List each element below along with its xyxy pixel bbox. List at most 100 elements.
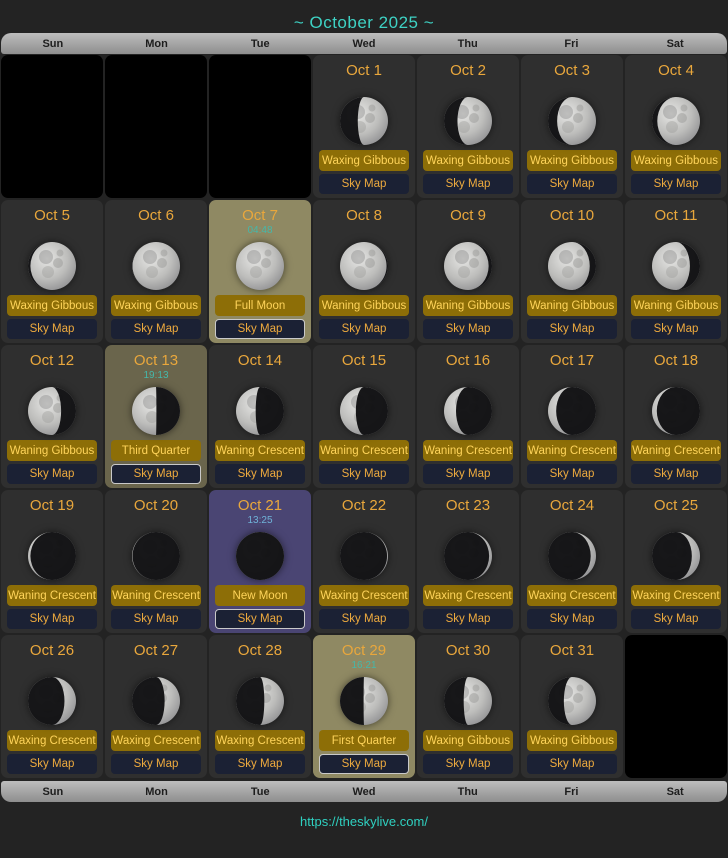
phase-label-badge[interactable]: Waning Gibbous bbox=[7, 440, 97, 461]
sky-map-link[interactable]: Sky Map bbox=[7, 609, 97, 629]
sky-map-link[interactable]: Sky Map bbox=[423, 319, 513, 339]
cell-date: Oct 22 bbox=[342, 497, 386, 514]
moon-phase-image bbox=[317, 527, 411, 585]
phase-label-badge[interactable]: Waning Crescent bbox=[631, 440, 721, 461]
moon-phase-image bbox=[629, 382, 723, 440]
phase-label-badge[interactable]: Waxing Gibbous bbox=[319, 150, 409, 171]
moon-phase-image bbox=[317, 92, 411, 150]
cell-date: Oct 19 bbox=[30, 497, 74, 514]
cell-date: Oct 30 bbox=[446, 642, 490, 659]
weekday-label-wed: Wed bbox=[312, 38, 416, 50]
sky-map-link[interactable]: Sky Map bbox=[527, 609, 617, 629]
phase-label-badge[interactable]: Full Moon bbox=[215, 295, 305, 316]
page-title: ~ October 2025 ~ bbox=[0, 0, 728, 33]
sky-map-link[interactable]: Sky Map bbox=[111, 464, 201, 484]
cell-date: Oct 16 bbox=[446, 352, 490, 369]
phase-label-badge[interactable]: Waning Crescent bbox=[215, 440, 305, 461]
moon-phase-image bbox=[213, 237, 307, 295]
phase-label-badge[interactable]: Waning Crescent bbox=[423, 440, 513, 461]
phase-label-badge[interactable]: Waxing Crescent bbox=[527, 585, 617, 606]
cell-date: Oct 31 bbox=[550, 642, 594, 659]
sky-map-link[interactable]: Sky Map bbox=[319, 609, 409, 629]
sky-map-link[interactable]: Sky Map bbox=[215, 319, 305, 339]
footer-link[interactable]: https://theskylive.com/ bbox=[300, 814, 428, 829]
sky-map-link[interactable]: Sky Map bbox=[215, 754, 305, 774]
weekday-label-sat: Sat bbox=[623, 786, 727, 798]
cell-date: Oct 10 bbox=[550, 207, 594, 224]
day-cell-oct-11: Oct 11 Waning Gibbous Sky Map bbox=[625, 200, 727, 343]
phase-label-badge[interactable]: Waxing Gibbous bbox=[527, 150, 617, 171]
sky-map-link[interactable]: Sky Map bbox=[7, 464, 97, 484]
sky-map-link[interactable]: Sky Map bbox=[215, 464, 305, 484]
phase-label-badge[interactable]: Waning Gibbous bbox=[319, 295, 409, 316]
sky-map-link[interactable]: Sky Map bbox=[423, 464, 513, 484]
phase-time: 13:25 bbox=[247, 514, 272, 527]
day-cell-oct-6: Oct 6 Waxing GibbousSky Map bbox=[105, 200, 207, 343]
sky-map-link[interactable]: Sky Map bbox=[631, 609, 721, 629]
phase-label-badge[interactable]: Waxing Gibbous bbox=[423, 150, 513, 171]
phase-label-badge[interactable]: Waning Crescent bbox=[319, 440, 409, 461]
sky-map-link[interactable]: Sky Map bbox=[527, 754, 617, 774]
sky-map-link[interactable]: Sky Map bbox=[319, 174, 409, 194]
day-cell-oct-27: Oct 27 Waxing CrescentSky Map bbox=[105, 635, 207, 778]
cell-date: Oct 5 bbox=[34, 207, 70, 224]
phase-label-badge[interactable]: Waning Crescent bbox=[7, 585, 97, 606]
sky-map-link[interactable]: Sky Map bbox=[631, 464, 721, 484]
phase-label-badge[interactable]: Waxing Crescent bbox=[423, 585, 513, 606]
day-cell-oct-29: Oct 2916:21 First QuarterSky Map bbox=[313, 635, 415, 778]
moon-phase-image bbox=[421, 237, 515, 295]
sky-map-link[interactable]: Sky Map bbox=[319, 754, 409, 774]
sky-map-link[interactable]: Sky Map bbox=[423, 174, 513, 194]
phase-label-badge[interactable]: Waning Gibbous bbox=[527, 295, 617, 316]
phase-label-badge[interactable]: Waxing Crescent bbox=[215, 730, 305, 751]
phase-label-badge[interactable]: Waxing Gibbous bbox=[7, 295, 97, 316]
moon-phase-image bbox=[525, 382, 619, 440]
day-cell-oct-1: Oct 1 Waxing GibbousSky Map bbox=[313, 55, 415, 198]
sky-map-link[interactable]: Sky Map bbox=[111, 609, 201, 629]
sky-map-link[interactable]: Sky Map bbox=[319, 319, 409, 339]
weekday-label-sun: Sun bbox=[1, 38, 105, 50]
phase-label-badge[interactable]: Third Quarter bbox=[111, 440, 201, 461]
sky-map-link[interactable]: Sky Map bbox=[7, 754, 97, 774]
cell-date: Oct 11 bbox=[654, 207, 697, 224]
page-footer: https://theskylive.com/ bbox=[0, 802, 728, 829]
weekday-label-fri: Fri bbox=[520, 786, 624, 798]
weekday-label-sat: Sat bbox=[623, 38, 727, 50]
phase-label-badge[interactable]: Waning Crescent bbox=[527, 440, 617, 461]
weekday-label-tue: Tue bbox=[208, 786, 312, 798]
sky-map-link[interactable]: Sky Map bbox=[111, 319, 201, 339]
day-cell-oct-24: Oct 24 Waxing CrescentSky Map bbox=[521, 490, 623, 633]
phase-label-badge[interactable]: New Moon bbox=[215, 585, 305, 606]
phase-label-badge[interactable]: Waxing Gibbous bbox=[423, 730, 513, 751]
phase-label-badge[interactable]: Waxing Crescent bbox=[319, 585, 409, 606]
sky-map-link[interactable]: Sky Map bbox=[527, 174, 617, 194]
moon-phase-image bbox=[629, 237, 723, 295]
moon-phase-image bbox=[421, 92, 515, 150]
moon-phase-image bbox=[109, 527, 203, 585]
phase-label-badge[interactable]: Waxing Crescent bbox=[111, 730, 201, 751]
phase-label-badge[interactable]: Waxing Gibbous bbox=[111, 295, 201, 316]
sky-map-link[interactable]: Sky Map bbox=[423, 754, 513, 774]
sky-map-link[interactable]: Sky Map bbox=[527, 319, 617, 339]
cell-date: Oct 9 bbox=[450, 207, 486, 224]
phase-label-badge[interactable]: Waning Gibbous bbox=[631, 295, 721, 316]
sky-map-link[interactable]: Sky Map bbox=[215, 609, 305, 629]
phase-label-badge[interactable]: Waning Crescent bbox=[111, 585, 201, 606]
phase-label-badge[interactable]: Waxing Crescent bbox=[631, 585, 721, 606]
phase-label-badge[interactable]: Waxing Gibbous bbox=[527, 730, 617, 751]
sky-map-link[interactable]: Sky Map bbox=[631, 174, 721, 194]
sky-map-link[interactable]: Sky Map bbox=[7, 319, 97, 339]
phase-label-badge[interactable]: Waxing Gibbous bbox=[631, 150, 721, 171]
phase-label-badge[interactable]: Waning Gibbous bbox=[423, 295, 513, 316]
cell-date: Oct 29 bbox=[342, 642, 386, 659]
sky-map-link[interactable]: Sky Map bbox=[111, 754, 201, 774]
sky-map-link[interactable]: Sky Map bbox=[319, 464, 409, 484]
sky-map-link[interactable]: Sky Map bbox=[527, 464, 617, 484]
sky-map-link[interactable]: Sky Map bbox=[423, 609, 513, 629]
calendar-grid: Oct 1 Waxing GibbousSky MapOct 2 Waxing … bbox=[1, 55, 727, 778]
phase-label-badge[interactable]: First Quarter bbox=[319, 730, 409, 751]
sky-map-link[interactable]: Sky Map bbox=[631, 319, 721, 339]
cell-date: Oct 8 bbox=[346, 207, 382, 224]
moon-phase-image bbox=[317, 672, 411, 730]
phase-label-badge[interactable]: Waxing Crescent bbox=[7, 730, 97, 751]
